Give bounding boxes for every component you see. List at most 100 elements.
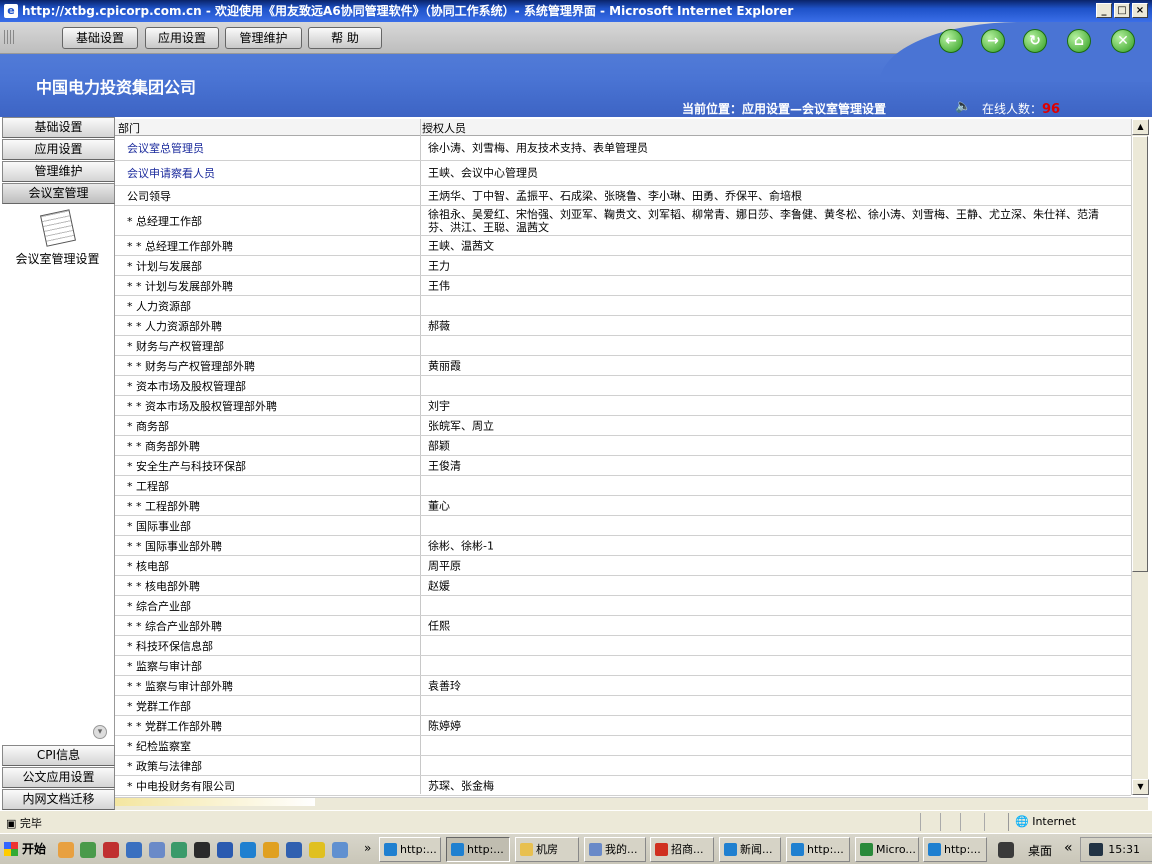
network-icon[interactable] [1089,843,1103,856]
table-row[interactable]: * * 国际事业部外聘 徐彬、徐彬-1 [115,536,1131,556]
table-row[interactable]: 会议申请察看人员 王峡、会议中心管理员 [115,161,1131,186]
table-row[interactable]: * 人力资源部 [115,296,1131,316]
quicklaunch-icon[interactable] [332,842,348,858]
people-cell: 黄丽霞 [428,359,461,372]
sidebar-tab-basic-settings[interactable]: 基础设置 [2,117,115,138]
taskbar-button[interactable]: Micro... [855,837,919,862]
back-icon[interactable]: ← [939,29,963,53]
table-row[interactable]: * 计划与发展部 王力 [115,256,1131,276]
nav-app-settings[interactable]: 应用设置 [145,27,219,49]
sidebar-tab-app-settings[interactable]: 应用设置 [2,139,115,160]
table-row[interactable]: * 纪检监察室 [115,736,1131,756]
taskbar-chevron[interactable]: « [1064,840,1073,856]
sidebar-tab-maintenance[interactable]: 管理维护 [2,161,115,182]
sidebar-tab-cpi-info[interactable]: CPI信息 [2,745,115,766]
quicklaunch-icon[interactable] [80,842,96,858]
table-row[interactable]: * * 工程部外聘 董心 [115,496,1131,516]
table-row[interactable]: * * 计划与发展部外聘 王伟 [115,276,1131,296]
table-row[interactable]: 会议室总管理员 徐小涛、刘雪梅、用友技术支持、表单管理员 [115,136,1131,161]
scroll-up-arrow-icon[interactable]: ▲ [1132,119,1149,135]
refresh-icon[interactable]: ↻ [1023,29,1047,53]
desktop-icon[interactable] [998,842,1014,858]
nav-basic-settings[interactable]: 基础设置 [62,27,138,49]
exit-icon[interactable]: ✕ [1111,29,1135,53]
table-row[interactable]: * * 财务与产权管理部外聘 黄丽霞 [115,356,1131,376]
forward-icon[interactable]: → [981,29,1005,53]
speaker-icon[interactable]: 🔈 [955,99,971,114]
maximize-button[interactable]: □ [1114,3,1130,18]
taskbar-button[interactable]: http:... [923,837,987,862]
quicklaunch-icon[interactable] [171,842,187,858]
qq-icon[interactable] [309,842,325,858]
quicklaunch-icon[interactable] [126,842,142,858]
taskbar-button[interactable]: 招商... [650,837,714,862]
ie-icon [451,843,464,856]
table-row[interactable]: * 总经理工作部 徐祖永、吴爱红、宋怡强、刘亚军、鞠贵文、刘军韬、柳常青、娜日莎、… [115,206,1131,236]
sidebar-item-meeting-room-settings[interactable]: 会议室管理设置 [0,209,115,267]
excel-icon [860,843,873,856]
quicklaunch-icon[interactable] [217,842,233,858]
ie-icon [724,843,737,856]
table-row[interactable]: * 监察与审计部 [115,656,1131,676]
table-row[interactable]: * * 核电部外聘 赵媛 [115,576,1131,596]
start-button[interactable]: 开始 [0,837,50,862]
nav-help[interactable]: 帮 助 [308,27,382,49]
ie-icon [791,843,804,856]
table-row[interactable]: 公司领导 王炳华、丁中智、孟振平、石成梁、张晓鲁、李小琳、田勇、乔保平、俞培根 [115,186,1131,206]
column-header-people: 授权人员 [422,122,466,135]
table-row[interactable]: * * 综合产业部外聘 任熙 [115,616,1131,636]
close-button[interactable]: × [1132,3,1148,18]
table-row[interactable]: * * 总经理工作部外聘 王峡、温茜文 [115,236,1131,256]
clock[interactable]: 15:31 [1108,838,1140,861]
table-row[interactable]: * 财务与产权管理部 [115,336,1131,356]
table-row[interactable]: * 政策与法律部 [115,756,1131,776]
desktop-toolbar-label[interactable]: 桌面 [1028,842,1052,859]
horizontal-scrollbar[interactable] [115,797,1148,810]
taskbar-button[interactable]: http:... [379,837,441,862]
dept-cell[interactable]: 会议申请察看人员 [127,165,215,181]
table-row[interactable]: * * 党群工作部外聘 陈婷婷 [115,716,1131,736]
table-row[interactable]: * 国际事业部 [115,516,1131,536]
quicklaunch-icon[interactable] [103,842,119,858]
table-row[interactable]: * 中电投财务有限公司 苏琛、张金梅 [115,776,1131,796]
more-icon[interactable]: » [364,841,371,855]
table-row[interactable]: * 党群工作部 [115,696,1131,716]
table-row[interactable]: * 综合产业部 [115,596,1131,616]
table-row[interactable]: * * 人力资源部外聘 郝薇 [115,316,1131,336]
dept-cell: * * 商务部外聘 [127,439,200,453]
quicklaunch-icon[interactable] [286,842,302,858]
scroll-down-arrow-icon[interactable]: ▼ [1132,779,1149,795]
minimize-button[interactable]: _ [1096,3,1112,18]
vertical-scrollbar[interactable]: ▲ ▼ [1131,119,1149,795]
taskbar-button[interactable]: 我的... [584,837,646,862]
sidebar-tab-doc-settings[interactable]: 公文应用设置 [2,767,115,788]
taskbar-button[interactable]: http:... [786,837,850,862]
table-row[interactable]: * * 商务部外聘 部颖 [115,436,1131,456]
sidebar-tab-meeting-room[interactable]: 会议室管理 [2,183,115,204]
table-row[interactable]: * 资本市场及股权管理部 [115,376,1131,396]
nav-maintenance[interactable]: 管理维护 [225,27,302,49]
taskbar-button-label: http:... [944,843,981,856]
scrollbar-thumb[interactable] [1132,136,1148,572]
table-row[interactable]: * * 监察与审计部外聘 袁善玲 [115,676,1131,696]
table-row[interactable]: * 科技环保信息部 [115,636,1131,656]
scroll-down-icon[interactable]: ▾ [93,725,107,739]
table-row[interactable]: * 商务部 张皖军、周立 [115,416,1131,436]
window-title: http://xtbg.cpicorp.com.cn - 欢迎使用《用友致远A6… [22,4,794,18]
dept-cell[interactable]: 会议室总管理员 [127,140,204,156]
quicklaunch-icon[interactable] [194,842,210,858]
ie-icon[interactable] [240,842,256,858]
table-row[interactable]: * 安全生产与科技环保部 王俊清 [115,456,1131,476]
taskbar-button[interactable]: 新闻... [719,837,781,862]
table-row[interactable]: * * 资本市场及股权管理部外聘 刘宇 [115,396,1131,416]
quicklaunch-icon[interactable] [149,842,165,858]
quicklaunch-icon[interactable] [58,842,74,858]
quicklaunch-icon[interactable] [263,842,279,858]
table-row[interactable]: * 核电部 周平原 [115,556,1131,576]
table-row[interactable]: * 工程部 [115,476,1131,496]
taskbar-button[interactable]: http:... [446,837,510,862]
start-label: 开始 [22,842,47,856]
taskbar-button[interactable]: 机房 [515,837,579,862]
home-icon[interactable]: ⌂ [1067,29,1091,53]
sidebar-tab-doc-migration[interactable]: 内网文档迁移 [2,789,115,810]
